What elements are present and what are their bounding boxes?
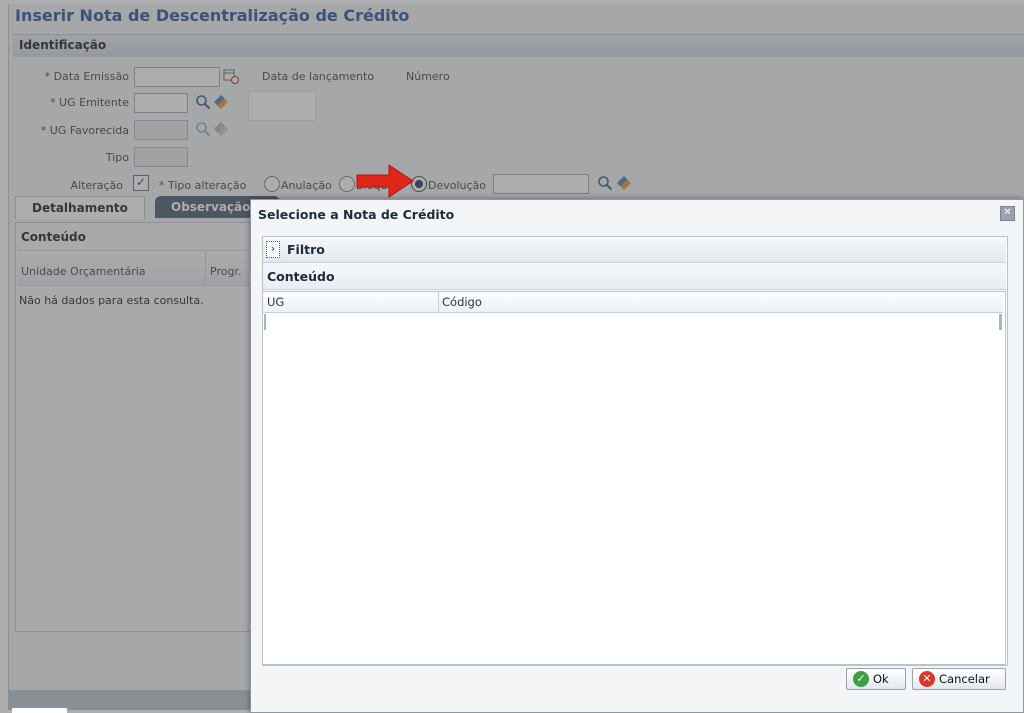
row-marker [264,314,266,330]
filtro-bar[interactable] [263,237,1006,263]
status-bar-segment [12,708,67,713]
dialog-title: Selecione a Nota de Crédito [258,207,455,222]
cancel-button-label: Cancelar [939,672,990,686]
chevron-right-icon[interactable]: › [266,241,280,258]
cancel-icon: ✕ [919,671,935,687]
table-row[interactable] [264,313,1002,331]
check-icon: ✓ [853,671,869,687]
ok-button-label: Ok [873,672,889,686]
dialog-conteudo-label: Conteúdo [267,269,335,284]
dialog-conteudo-bar [263,263,1006,290]
cancel-button[interactable]: ✕ Cancelar [912,668,1006,690]
scrollbar[interactable] [999,314,1002,330]
column-separator [438,292,439,312]
close-icon[interactable]: ✕ [1000,206,1015,221]
dialog-grid-header [263,292,1003,313]
red-arrow-annotation [355,162,415,203]
column-ug[interactable]: UG [267,295,284,309]
ok-button[interactable]: ✓ Ok [846,668,906,690]
column-codigo[interactable]: Código [442,295,482,309]
filtro-label[interactable]: Filtro [287,242,325,257]
dialog-grid [262,291,1006,665]
